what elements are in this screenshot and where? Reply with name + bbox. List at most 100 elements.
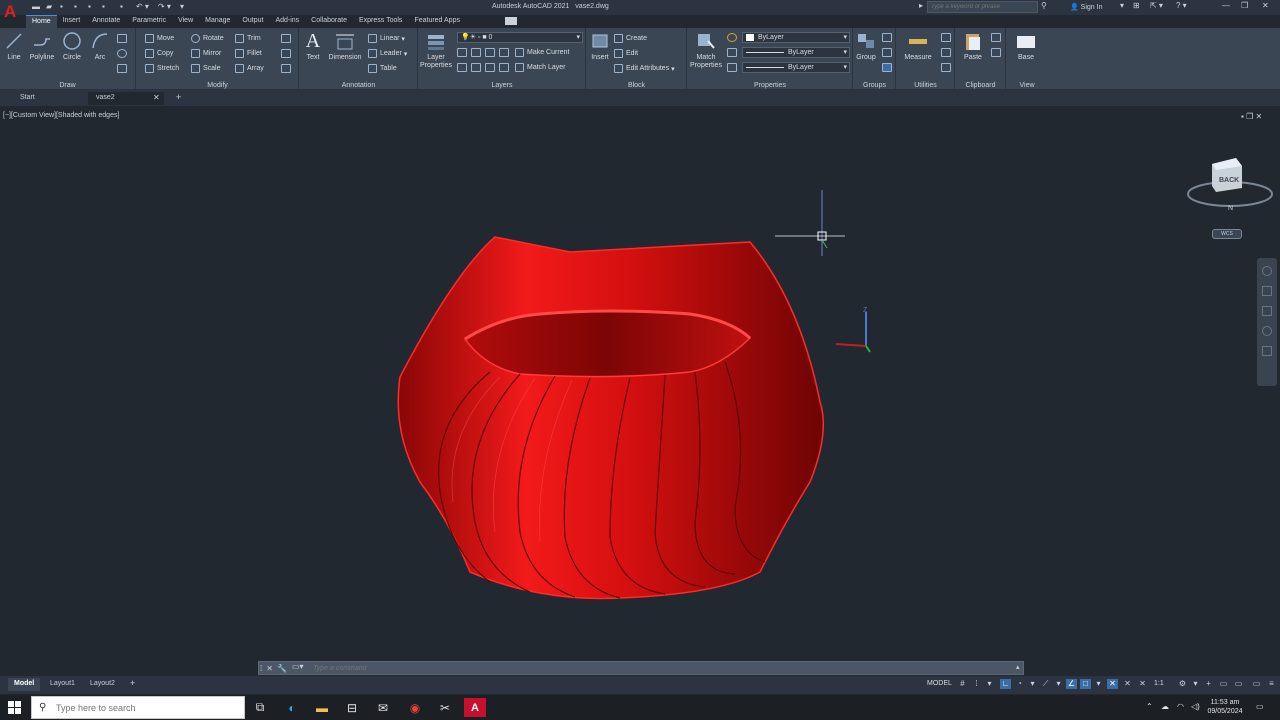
rectangle-icon[interactable] bbox=[117, 34, 127, 43]
modify-panel-title[interactable]: Modify bbox=[137, 82, 298, 89]
snap-dropdown-icon[interactable]: ▾ bbox=[984, 679, 995, 689]
new-tab-icon[interactable]: + bbox=[176, 92, 181, 102]
linetype-icon[interactable] bbox=[727, 63, 737, 72]
help-icon[interactable]: ? ▾ bbox=[1176, 1, 1187, 10]
volume-icon[interactable]: ◁) bbox=[1191, 702, 1200, 711]
recent-commands-icon[interactable]: ▭▾ bbox=[292, 662, 308, 674]
properties-panel-title[interactable]: Properties bbox=[688, 82, 852, 89]
polar-dropdown-icon[interactable]: ▾ bbox=[1027, 679, 1038, 689]
move-button[interactable]: Move bbox=[145, 33, 174, 44]
snap-icon[interactable]: ⁞ bbox=[971, 679, 982, 689]
command-close-icon[interactable]: ✕ bbox=[266, 664, 273, 673]
arc-button[interactable]: Arc bbox=[89, 30, 111, 61]
file-tab-start[interactable]: Start bbox=[12, 92, 43, 105]
tab-insert[interactable]: Insert bbox=[57, 15, 87, 28]
units-icon[interactable]: ▭ bbox=[1218, 679, 1229, 689]
polar-icon[interactable]: ◔ bbox=[1014, 679, 1025, 689]
layer-freeze-icon[interactable] bbox=[485, 48, 495, 57]
tab-output[interactable]: Output bbox=[236, 15, 269, 28]
command-input[interactable] bbox=[313, 662, 1013, 674]
object-snap-icon[interactable]: □ bbox=[1080, 679, 1091, 689]
windows-search-box[interactable]: ⚲ bbox=[31, 696, 245, 719]
tab-manage[interactable]: Manage bbox=[199, 15, 236, 28]
linetype-dropdown[interactable]: ByLayer bbox=[742, 62, 850, 73]
layer-dropdown[interactable]: 💡☀ ▫ ■ 0 bbox=[457, 32, 583, 43]
viewport-restore-icon[interactable]: ❐ bbox=[1246, 112, 1253, 121]
workspace-dropdown-icon[interactable]: ▾ bbox=[1190, 679, 1201, 689]
drawing-viewport[interactable]: [−][Custom View][Shaded with edges] ▪ ❐ … bbox=[0, 106, 1280, 660]
polyline-button[interactable]: Polyline bbox=[26, 30, 58, 61]
isodraft-dropdown-icon[interactable]: ▾ bbox=[1053, 679, 1064, 689]
windows-search-input[interactable] bbox=[56, 702, 236, 714]
layer-lock-icon[interactable] bbox=[499, 48, 509, 57]
wifi-icon[interactable]: ◠ bbox=[1177, 702, 1184, 711]
quick-select-icon[interactable] bbox=[941, 33, 951, 42]
object-snap-dropdown-icon[interactable]: ▾ bbox=[1093, 679, 1104, 689]
lineweight-icon[interactable] bbox=[727, 48, 737, 57]
group-button[interactable]: Group bbox=[854, 30, 878, 61]
layer-unisolate-icon[interactable] bbox=[471, 63, 481, 72]
close-tab-icon[interactable]: ✕ bbox=[153, 93, 160, 102]
base-view-button[interactable]: Base bbox=[1013, 30, 1039, 61]
edge-icon[interactable]: ◐ bbox=[281, 698, 303, 717]
paste-button[interactable]: Paste bbox=[960, 30, 986, 61]
clipboard-panel-title[interactable]: Clipboard bbox=[956, 82, 1005, 89]
autocad-taskbar-icon[interactable]: A bbox=[464, 698, 486, 717]
mail-icon[interactable]: ✉ bbox=[372, 698, 394, 717]
color-dropdown[interactable]: ByLayer bbox=[742, 32, 850, 43]
quick-properties-icon[interactable]: ▭ bbox=[1233, 679, 1244, 689]
layer-properties-button[interactable]: Layer Properties bbox=[419, 30, 453, 70]
calculator-icon[interactable] bbox=[941, 63, 951, 72]
web-mobile-icon[interactable]: ▪ bbox=[88, 2, 91, 12]
redo-icon[interactable]: ↷ ▾ bbox=[158, 2, 171, 12]
signin-dropdown-icon[interactable]: ▾ bbox=[1120, 1, 1124, 10]
stretch-button[interactable]: Stretch bbox=[145, 63, 179, 74]
showmotion-icon[interactable] bbox=[1262, 346, 1272, 356]
tab-parametric[interactable]: Parametric bbox=[126, 15, 172, 28]
new-file-icon[interactable]: ▬ bbox=[32, 2, 40, 12]
fillet-button[interactable]: Fillet bbox=[235, 48, 262, 59]
select-all-icon[interactable] bbox=[941, 48, 951, 57]
draw-panel-title[interactable]: Draw bbox=[0, 82, 135, 89]
save-web-icon[interactable]: ▪ bbox=[102, 2, 105, 12]
windows-start-icon[interactable] bbox=[8, 701, 21, 714]
group-edit-icon[interactable] bbox=[882, 48, 892, 57]
expand-search-icon[interactable]: ▸ bbox=[919, 1, 923, 10]
steering-wheel-icon[interactable] bbox=[1262, 266, 1272, 276]
tab-express-tools[interactable]: Express Tools bbox=[353, 15, 408, 28]
minimize-icon[interactable]: — bbox=[1222, 1, 1230, 10]
cart-icon[interactable]: ⊞ bbox=[1133, 1, 1140, 10]
edit-attributes-button[interactable]: Edit Attributes ▾ bbox=[614, 63, 675, 74]
ellipse-icon[interactable] bbox=[117, 49, 127, 58]
restore-icon[interactable]: ❐ bbox=[1241, 1, 1248, 10]
rotate-button[interactable]: Rotate bbox=[191, 33, 224, 44]
undo-icon[interactable]: ↶ ▾ bbox=[136, 2, 149, 12]
store-icon[interactable]: ⊟ bbox=[341, 698, 363, 717]
ribbon-minimize-icon[interactable] bbox=[505, 17, 517, 25]
save-icon[interactable]: ▪ bbox=[60, 2, 63, 12]
utilities-panel-title[interactable]: Utilities bbox=[897, 82, 954, 89]
task-view-icon[interactable]: ⧉ bbox=[249, 698, 271, 717]
trim-button[interactable]: Trim bbox=[235, 33, 261, 44]
layer-on-icon[interactable] bbox=[457, 63, 467, 72]
save-as-icon[interactable]: ▪ bbox=[74, 2, 77, 12]
ungroup-icon[interactable] bbox=[882, 33, 892, 42]
autocad-logo[interactable]: A bbox=[4, 2, 20, 22]
match-layer-button[interactable]: Match Layer bbox=[515, 62, 566, 73]
qat-customize-icon[interactable]: ▾ bbox=[180, 2, 184, 12]
layer-isolate-icon[interactable] bbox=[471, 48, 481, 57]
mirror-button[interactable]: Mirror bbox=[191, 48, 221, 59]
layer-off-icon[interactable] bbox=[457, 48, 467, 57]
make-current-button[interactable]: Make Current bbox=[515, 47, 569, 58]
color-wheel-icon[interactable] bbox=[727, 33, 737, 42]
view-panel-title[interactable]: View bbox=[1007, 82, 1047, 89]
command-grip-icon[interactable]: ⁞ bbox=[260, 664, 262, 673]
tab-home[interactable]: Home bbox=[26, 15, 57, 28]
plot-icon[interactable]: ▪ bbox=[120, 2, 123, 12]
insert-button[interactable]: Insert bbox=[589, 30, 611, 61]
orbit-icon[interactable] bbox=[1262, 326, 1272, 336]
tab-featured-apps[interactable]: Featured Apps bbox=[408, 15, 466, 28]
copy-button[interactable]: Copy bbox=[145, 48, 173, 59]
search-icon[interactable]: ⚲ bbox=[1041, 1, 1047, 10]
wcs-menu[interactable]: WCS bbox=[1212, 229, 1242, 239]
